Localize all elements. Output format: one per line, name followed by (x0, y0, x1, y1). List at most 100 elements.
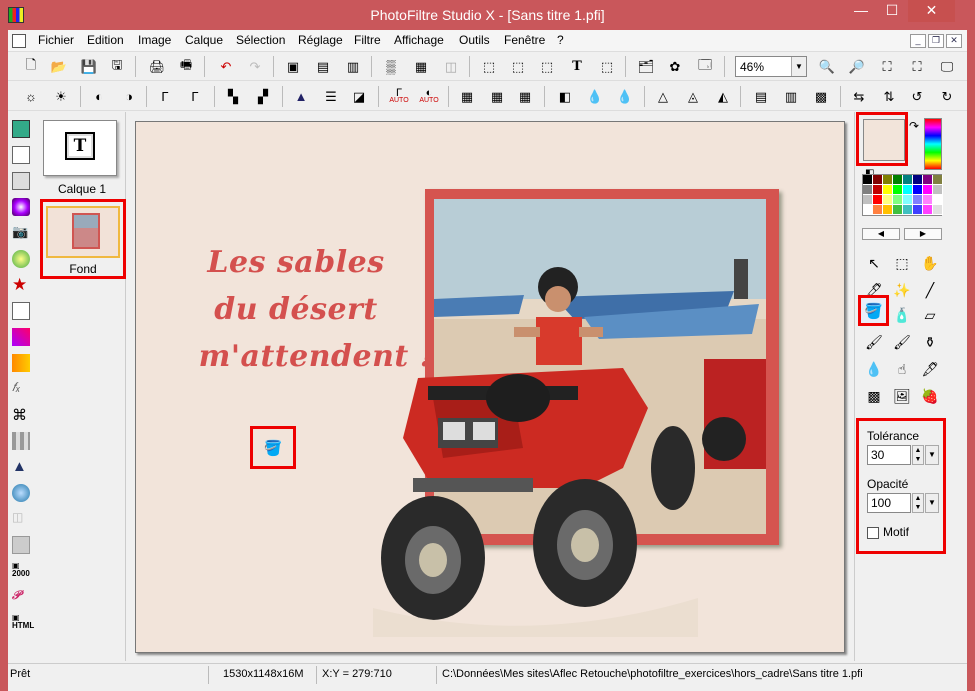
gray-icon[interactable]: ▒ (380, 56, 402, 77)
histogram-icon[interactable]: ▲ (12, 458, 30, 476)
palette-swatch[interactable] (893, 185, 903, 195)
menu-filtre[interactable]: Filtre (354, 33, 381, 47)
menu-help[interactable]: ? (557, 33, 564, 47)
undo-icon[interactable]: ↶ (215, 56, 237, 77)
color-grid-icon[interactable]: ▦ (410, 56, 432, 77)
line-tool-icon[interactable]: ╱ (919, 279, 941, 301)
print-icon[interactable]: 🖨 (146, 56, 168, 77)
select-layer-icon[interactable]: ⬚ (478, 56, 500, 77)
flip-horizontal-icon[interactable]: ⇆ (848, 86, 870, 107)
brightness-plus-icon[interactable]: ☀ (50, 86, 72, 107)
document-icon[interactable] (12, 34, 26, 48)
menu-fenetre[interactable]: Fenêtre (504, 33, 545, 47)
levels-icon[interactable]: ▲ (290, 86, 312, 107)
image-paste-new-icon[interactable]: ▥ (342, 56, 364, 77)
palette-swatch[interactable] (883, 195, 893, 205)
gradient-icon[interactable]: ▤ (750, 86, 772, 107)
plugin-icon[interactable]: ✿ (664, 56, 686, 77)
function-icon[interactable]: 𝑓ₓ (12, 380, 30, 398)
grid-filter-3-icon[interactable]: ▦ (514, 86, 536, 107)
save-html-icon[interactable]: ▣ HTML (12, 614, 34, 632)
palette-swatch[interactable] (923, 175, 933, 185)
actual-size-icon[interactable]: ⛶ (906, 56, 928, 77)
transparency-icon[interactable]: ◫ (440, 56, 462, 77)
palette-swatch[interactable] (923, 195, 933, 205)
palette-swatch[interactable] (923, 185, 933, 195)
finger-tool-icon[interactable]: ☝ (891, 358, 913, 380)
calculator-icon[interactable] (12, 120, 30, 138)
brightness-minus-icon[interactable]: ☼ (20, 86, 42, 107)
explorer-icon[interactable]: 🗂 (635, 56, 657, 77)
foreground-color-swatch[interactable] (863, 119, 905, 161)
mdi-minimize-button[interactable]: _ (910, 34, 926, 48)
effect-icon[interactable] (12, 198, 30, 216)
clone-tool-icon[interactable]: 🖋 (919, 358, 941, 380)
fit-window-icon[interactable]: ⛶ (876, 56, 898, 77)
gradient-2-icon[interactable]: ▥ (780, 86, 802, 107)
chevron-down-icon[interactable]: ▼ (791, 57, 806, 76)
gradient-orange-icon[interactable] (12, 354, 30, 372)
globe-icon[interactable] (12, 484, 30, 502)
opacity-dropdown[interactable]: ▼ (925, 493, 939, 513)
sharpen-icon[interactable]: ◬ (682, 86, 704, 107)
hue-bar[interactable] (924, 118, 942, 170)
drop-2-icon[interactable]: 💧 (614, 86, 636, 107)
monitor-icon[interactable] (12, 172, 30, 190)
grid-icon[interactable] (12, 432, 30, 450)
color-palette[interactable] (862, 174, 943, 216)
plugin-p-icon[interactable]: 𝒫 (12, 588, 30, 606)
rotate-left-icon[interactable]: ↺ (906, 86, 928, 107)
layer-options-icon[interactable]: ⬚ (507, 56, 529, 77)
portrait-tool-icon[interactable]: 🖼 (891, 385, 913, 407)
drop-icon[interactable]: 💧 (584, 86, 606, 107)
transform-icon[interactable]: ⬚ (596, 56, 618, 77)
layer-thumbnail-calque-1[interactable]: T (43, 120, 117, 176)
pattern-icon[interactable]: ⌘ (12, 406, 30, 424)
palette-swatch[interactable] (863, 195, 873, 205)
save-2000-icon[interactable]: ▣ 2000 (12, 562, 30, 580)
save-as-icon[interactable]: 🖫 (106, 56, 128, 77)
palette-swatch[interactable] (883, 185, 893, 195)
sphere-icon[interactable] (12, 250, 30, 268)
hand-tool-icon[interactable]: ✋ (919, 252, 941, 274)
palette-swatch[interactable] (873, 205, 883, 215)
sharpen-2-icon[interactable]: ◭ (712, 86, 734, 107)
zoom-in-icon[interactable]: 🔍 (816, 56, 838, 77)
menu-fichier[interactable]: Fichier (38, 33, 74, 47)
blur-tool-icon[interactable]: 💧 (863, 358, 885, 380)
palette-next-button[interactable]: ▶ (904, 228, 942, 240)
palette-swatch[interactable] (903, 195, 913, 205)
layers-icon[interactable]: ◫ (12, 510, 30, 528)
selection-icon[interactable]: ⬚ (536, 56, 558, 77)
opacity-spinner[interactable]: ▲ ▼ (912, 493, 924, 513)
palette-swatch[interactable] (863, 175, 873, 185)
eraser-tool-icon[interactable]: ▱ (919, 304, 941, 326)
palette-swatch[interactable] (913, 205, 923, 215)
palette-swatch[interactable] (933, 175, 943, 185)
palette-swatch[interactable] (863, 185, 873, 195)
magic-wand-tool-icon[interactable]: ✨ (891, 279, 913, 301)
palette-swatch[interactable] (903, 205, 913, 215)
camera-icon[interactable]: 📷 (12, 224, 30, 242)
advanced-brush-tool-icon[interactable]: 🖌 (891, 331, 913, 353)
palette-prev-button[interactable]: ◀ (862, 228, 900, 240)
palette-swatch[interactable] (883, 175, 893, 185)
zoom-out-icon[interactable]: 🔎 (846, 56, 868, 77)
batch-icon[interactable] (12, 146, 30, 164)
palette-swatch[interactable] (893, 195, 903, 205)
fill-tool-icon[interactable]: 🪣 (858, 295, 889, 326)
auto-contrast-icon[interactable]: ◐ AUTO (418, 86, 440, 107)
zoom-select[interactable]: 46% ▼ (735, 56, 807, 77)
tolerance-dropdown[interactable]: ▼ (925, 445, 939, 465)
mdi-restore-button[interactable]: ❐ (928, 34, 944, 48)
saturation-plus-icon[interactable]: ▞ (252, 86, 274, 107)
menu-outils[interactable]: Outils (459, 33, 490, 47)
contrast-plus-icon[interactable]: ◑ (118, 86, 140, 107)
opacity-input[interactable]: 100 (867, 493, 911, 513)
brush-tool-icon[interactable]: 🖌 (863, 331, 885, 353)
palette-swatch[interactable] (893, 205, 903, 215)
palette-swatch[interactable] (923, 205, 933, 215)
strawberry-tool-icon[interactable]: 🍓 (919, 385, 941, 407)
spray-tool-icon[interactable]: 🧴 (891, 304, 913, 326)
redo-icon[interactable]: ↷ (244, 56, 266, 77)
